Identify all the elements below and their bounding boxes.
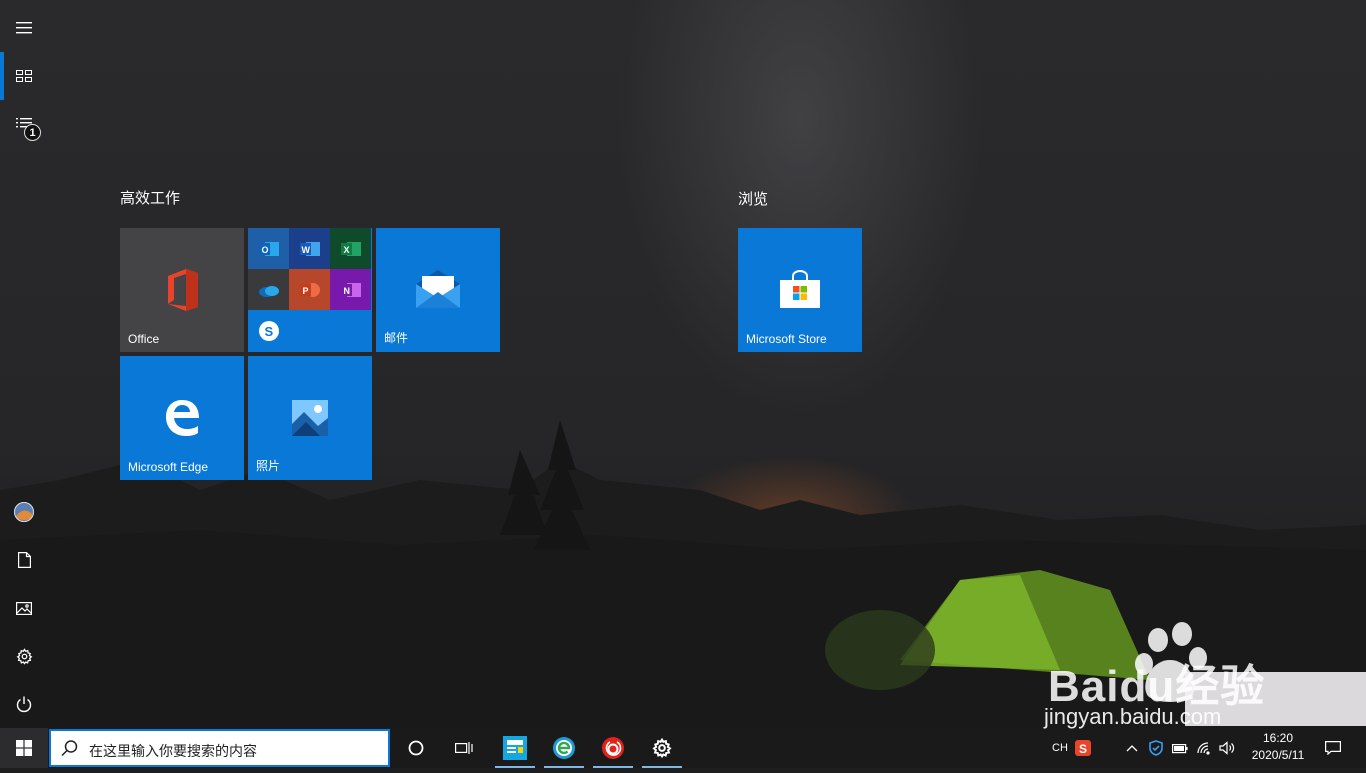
edge-icon bbox=[166, 400, 199, 436]
all-apps-button[interactable] bbox=[0, 100, 48, 148]
browser-e-icon bbox=[553, 737, 575, 759]
tile-photos[interactable]: 照片 bbox=[248, 356, 372, 480]
pinned-tiles-button[interactable] bbox=[0, 52, 48, 100]
outlook-icon: O bbox=[258, 241, 279, 256]
cortana-circle-icon bbox=[408, 740, 424, 756]
tiles-icon bbox=[16, 70, 32, 82]
onenote-mini-tile[interactable]: N bbox=[330, 269, 371, 310]
picture-icon bbox=[16, 601, 32, 615]
netease-music-icon bbox=[602, 737, 624, 759]
start-sidebar: 1 bbox=[0, 0, 48, 728]
tile-office-label: Office bbox=[128, 332, 160, 346]
excel-mini-tile[interactable]: X bbox=[330, 228, 371, 269]
tile-edge-label: Microsoft Edge bbox=[128, 460, 209, 474]
task-view-button[interactable] bbox=[440, 728, 488, 768]
svg-text:O: O bbox=[261, 245, 268, 255]
power-icon bbox=[16, 696, 32, 712]
documents-button[interactable] bbox=[0, 536, 48, 584]
svg-text:P: P bbox=[302, 286, 308, 296]
settings-button[interactable] bbox=[0, 632, 48, 680]
search-icon bbox=[61, 740, 78, 757]
outlook-mini-tile[interactable]: O bbox=[248, 228, 289, 269]
store-icon bbox=[780, 270, 820, 308]
powerpoint-mini-tile[interactable]: P bbox=[289, 269, 330, 310]
mail-icon bbox=[416, 270, 460, 308]
baidu-jingyan-watermark: Baidu经验 jingyan.baidu.com bbox=[1040, 620, 1366, 768]
onedrive-icon bbox=[258, 285, 279, 297]
onenote-icon: N bbox=[340, 282, 361, 297]
user-account-button[interactable] bbox=[0, 488, 48, 536]
group-title-browse: 浏览 bbox=[738, 191, 769, 208]
tile-store[interactable]: Microsoft Store bbox=[738, 228, 862, 352]
windows-logo-icon bbox=[16, 740, 32, 756]
start-button[interactable] bbox=[0, 728, 48, 768]
document-icon bbox=[17, 552, 31, 568]
group-title-productivity: 高效工作 bbox=[120, 190, 181, 207]
taskbar-search-box[interactable]: 在这里输入你要搜索的内容 bbox=[49, 729, 390, 767]
tile-store-label: Microsoft Store bbox=[746, 332, 827, 346]
tile-edge[interactable]: Microsoft Edge bbox=[120, 356, 244, 480]
gear-icon bbox=[652, 738, 672, 758]
expand-menu-button[interactable] bbox=[0, 4, 48, 52]
onedrive-mini-tile[interactable] bbox=[248, 269, 289, 310]
tile-mail-label: 邮件 bbox=[384, 331, 409, 345]
skype-mini-tile[interactable]: S bbox=[248, 310, 289, 351]
pictures-button[interactable] bbox=[0, 584, 48, 632]
powerpoint-icon: P bbox=[299, 282, 320, 297]
svg-text:N: N bbox=[343, 286, 350, 296]
word-icon: W bbox=[299, 241, 320, 256]
watermark-url: jingyan.baidu.com bbox=[1044, 704, 1222, 729]
gear-icon bbox=[16, 647, 32, 665]
excel-icon: X bbox=[340, 241, 361, 256]
taskbar-app-browser[interactable] bbox=[544, 728, 584, 768]
power-button[interactable] bbox=[0, 680, 48, 728]
photos-icon bbox=[292, 400, 328, 436]
notification-badge: 1 bbox=[24, 124, 41, 141]
tile-office[interactable]: Office bbox=[120, 228, 244, 352]
taskbar-app-settings[interactable] bbox=[642, 728, 682, 768]
svg-text:W: W bbox=[301, 245, 310, 255]
taskbar-app-music[interactable] bbox=[593, 728, 633, 768]
word-mini-tile[interactable]: W bbox=[289, 228, 330, 269]
svg-text:X: X bbox=[343, 245, 349, 255]
skype-icon: S bbox=[258, 320, 279, 341]
svg-text:S: S bbox=[264, 324, 273, 339]
task-view-icon bbox=[455, 742, 473, 754]
tile-photos-label: 照片 bbox=[256, 459, 281, 473]
user-avatar bbox=[14, 502, 34, 522]
news-app-icon bbox=[503, 736, 527, 760]
tile-mail[interactable]: 邮件 bbox=[376, 228, 500, 352]
cortana-button[interactable] bbox=[392, 728, 440, 768]
tile-office-apps-folder[interactable]: O W X P N S bbox=[248, 228, 372, 352]
search-placeholder: 在这里输入你要搜索的内容 bbox=[89, 743, 257, 759]
taskbar-app-news[interactable] bbox=[495, 728, 535, 768]
hamburger-icon bbox=[16, 22, 32, 34]
office-icon bbox=[168, 269, 198, 311]
